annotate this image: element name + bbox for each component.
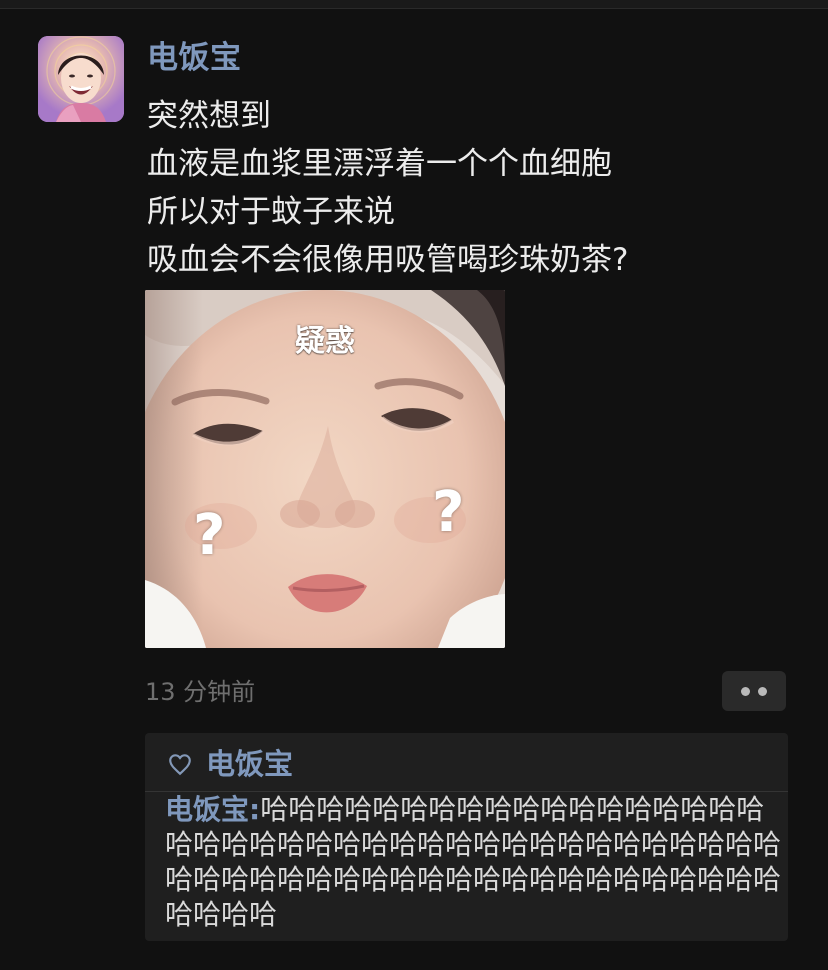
post-author-name[interactable]: 电饭宝 (147, 39, 242, 77)
question-mark-icon: ? (432, 480, 465, 545)
more-actions-button[interactable] (722, 671, 786, 711)
top-divider (0, 0, 828, 9)
liked-by-name[interactable]: 电饭宝 (206, 744, 293, 784)
comments-panel: 电饭宝 电饭宝:哈哈哈哈哈哈哈哈哈哈哈哈哈哈哈哈哈哈哈哈哈哈哈哈哈哈哈哈哈哈哈哈… (145, 733, 788, 941)
comment-item[interactable]: 电饭宝:哈哈哈哈哈哈哈哈哈哈哈哈哈哈哈哈哈哈哈哈哈哈哈哈哈哈哈哈哈哈哈哈哈哈哈哈… (165, 792, 785, 932)
question-mark-icon: ? (193, 503, 226, 568)
more-dots-icon (758, 686, 767, 696)
post-image[interactable]: 疑惑 ? ? (145, 290, 505, 648)
avatar[interactable] (38, 36, 124, 122)
likes-row: 电饭宝 (167, 743, 293, 785)
avatar-portrait (38, 36, 124, 122)
comment-author[interactable]: 电饭宝: (165, 793, 260, 826)
heart-icon (169, 754, 191, 776)
post-body-text: 突然想到 血液是血浆里漂浮着一个个血细胞 所以对于蚊子来说 吸血会不会很像用吸管… (147, 98, 629, 278)
post-time: 13 分钟前 (145, 678, 256, 706)
image-caption: 疑惑 (295, 324, 355, 359)
more-dots-icon (741, 686, 750, 696)
